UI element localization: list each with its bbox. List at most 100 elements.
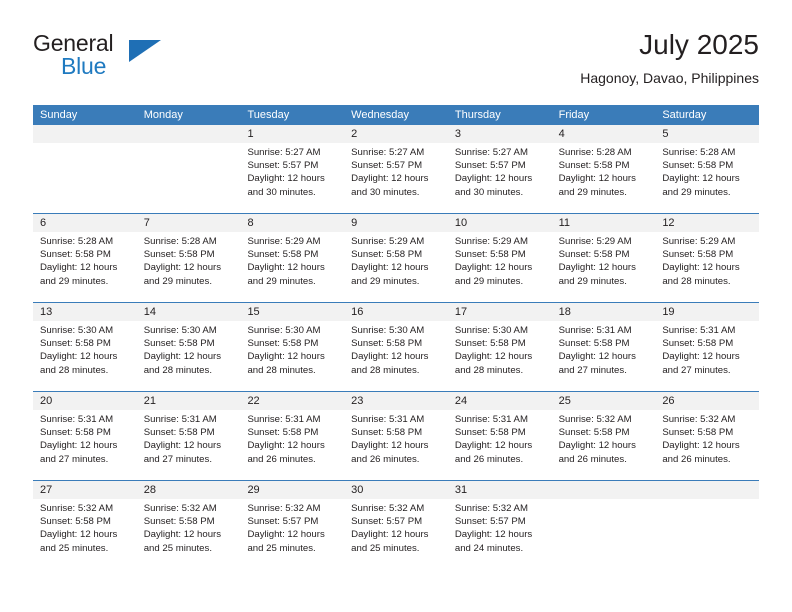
day-cell[interactable]: 11 Sunrise: 5:29 AM Sunset: 5:58 PM Dayligh… — [551, 214, 656, 302]
day-detail-line: and 28 minutes. — [351, 364, 420, 376]
day-detail-line: Daylight: 12 hours — [662, 262, 740, 274]
day-cell[interactable]: 13 Sunrise: 5:30 AM Sunset: 5:58 PM Dayligh… — [33, 303, 137, 391]
day-detail-line: and 27 minutes. — [40, 453, 109, 465]
day-detail-line: Daylight: 12 hours — [143, 262, 222, 274]
day-cell[interactable]: 15 Sunrise: 5:30 AM Sunset: 5:58 PM Dayligh… — [240, 303, 345, 391]
day-cell[interactable]: 25 Sunrise: 5:32 AM Sunset: 5:58 PM Dayligh… — [551, 392, 656, 480]
day-detail-line: Sunrise: 5:31 AM — [40, 414, 114, 425]
day-number: 29 — [240, 481, 345, 499]
day-details — [552, 499, 656, 502]
day-details — [137, 143, 241, 146]
day-detail-line: and 25 minutes. — [247, 542, 316, 554]
day-cell[interactable]: 6 Sunrise: 5:28 AM Sunset: 5:58 PM Daylight… — [33, 214, 137, 302]
day-number: 28 — [136, 481, 241, 499]
day-cell[interactable]: 1 Sunrise: 5:27 AM Sunset: 5:57 PM Daylight… — [240, 125, 345, 213]
day-detail-line: Sunset: 5:57 PM — [247, 516, 319, 528]
day-detail-line: Sunset: 5:58 PM — [143, 427, 215, 439]
day-detail-line: Sunset: 5:58 PM — [662, 160, 734, 172]
day-detail-line: Sunset: 5:58 PM — [351, 338, 423, 350]
day-detail-line: Sunrise: 5:30 AM — [143, 325, 217, 336]
day-detail-line: Sunrise: 5:29 AM — [662, 236, 736, 247]
day-detail-line: Daylight: 12 hours — [247, 262, 325, 274]
day-detail-line: Sunset: 5:58 PM — [558, 338, 630, 350]
day-cell[interactable]: 21 Sunrise: 5:31 AM Sunset: 5:58 PM Dayligh… — [136, 392, 241, 480]
day-cell[interactable]: 5 Sunrise: 5:28 AM Sunset: 5:58 PM Daylight… — [655, 125, 760, 213]
day-detail-line: Sunset: 5:58 PM — [40, 427, 111, 439]
day-cell[interactable]: 22 Sunrise: 5:31 AM Sunset: 5:58 PM Dayligh… — [240, 392, 345, 480]
day-detail-line: and 27 minutes. — [143, 453, 212, 465]
day-detail-line: and 30 minutes. — [247, 186, 316, 198]
day-cell[interactable]: 12 Sunrise: 5:29 AM Sunset: 5:58 PM Dayligh… — [655, 214, 760, 302]
day-detail-line: and 24 minutes. — [454, 542, 524, 554]
day-detail-line: and 29 minutes. — [143, 275, 212, 287]
day-cell[interactable]: 2 Sunrise: 5:27 AM Sunset: 5:57 PM Daylight… — [344, 125, 448, 213]
day-detail-line: Sunset: 5:58 PM — [662, 427, 734, 439]
day-details — [33, 143, 137, 146]
day-cell[interactable]: 26 Sunrise: 5:32 AM Sunset: 5:58 PM Dayligh… — [655, 392, 760, 480]
day-cell[interactable]: 31 Sunrise: 5:32 AM Sunset: 5:57 PM Dayligh… — [447, 481, 552, 569]
day-detail-line: and 29 minutes. — [662, 186, 731, 198]
day-cell[interactable]: 18 Sunrise: 5:31 AM Sunset: 5:58 PM Dayligh… — [551, 303, 656, 391]
day-cell[interactable]: 14 Sunrise: 5:30 AM Sunset: 5:58 PM Dayligh… — [136, 303, 241, 391]
day-detail-line: and 29 minutes. — [247, 275, 316, 287]
location-subtitle: Hagonoy, Davao, Philippines — [580, 70, 759, 86]
day-details: Sunrise: 5:32 AM Sunset: 5:58 PM Daylight:… — [137, 499, 241, 555]
day-detail-line: Sunset: 5:58 PM — [247, 338, 319, 350]
day-detail-line: and 27 minutes. — [662, 364, 731, 376]
day-detail-line: Daylight: 12 hours — [247, 440, 325, 452]
day-cell[interactable]: 3 Sunrise: 5:27 AM Sunset: 5:57 PM Daylight… — [447, 125, 552, 213]
day-cell[interactable]: 20 Sunrise: 5:31 AM Sunset: 5:58 PM Dayligh… — [33, 392, 137, 480]
day-cell[interactable]: 30 Sunrise: 5:32 AM Sunset: 5:57 PM Dayligh… — [344, 481, 448, 569]
day-cell[interactable]: 8 Sunrise: 5:29 AM Sunset: 5:58 PM Daylight… — [240, 214, 345, 302]
day-detail-line: and 29 minutes. — [351, 275, 420, 287]
day-detail-line: Sunrise: 5:29 AM — [558, 236, 632, 247]
day-cell[interactable]: 29 Sunrise: 5:32 AM Sunset: 5:57 PM Dayligh… — [240, 481, 345, 569]
day-detail-line: Daylight: 12 hours — [40, 529, 118, 541]
day-cell[interactable]: 16 Sunrise: 5:30 AM Sunset: 5:58 PM Dayligh… — [344, 303, 448, 391]
day-detail-line: Sunrise: 5:30 AM — [247, 325, 321, 336]
day-cell[interactable]: 9 Sunrise: 5:29 AM Sunset: 5:58 PM Daylight… — [344, 214, 448, 302]
day-number: 15 — [240, 303, 345, 321]
day-detail-line: Sunset: 5:57 PM — [351, 160, 423, 172]
day-number: 5 — [655, 125, 760, 143]
day-detail-line: Sunrise: 5:32 AM — [143, 503, 217, 514]
day-number: 22 — [240, 392, 345, 410]
day-details: Sunrise: 5:31 AM Sunset: 5:58 PM Daylight:… — [344, 410, 448, 466]
day-cell[interactable]: 24 Sunrise: 5:31 AM Sunset: 5:58 PM Dayligh… — [447, 392, 552, 480]
day-number: 17 — [447, 303, 552, 321]
day-detail-line: Daylight: 12 hours — [454, 173, 533, 185]
weekday-header-wednesday: Wednesday — [351, 109, 410, 121]
day-cell-empty — [136, 125, 241, 213]
day-details: Sunrise: 5:32 AM Sunset: 5:58 PM Daylight:… — [33, 499, 137, 555]
day-detail-line: Daylight: 12 hours — [662, 173, 740, 185]
day-details: Sunrise: 5:29 AM Sunset: 5:58 PM Daylight:… — [552, 232, 656, 288]
day-number: 31 — [447, 481, 552, 499]
day-cell[interactable]: 7 Sunrise: 5:28 AM Sunset: 5:58 PM Daylight… — [136, 214, 241, 302]
day-details: Sunrise: 5:32 AM Sunset: 5:57 PM Daylight:… — [448, 499, 552, 555]
day-cell[interactable]: 28 Sunrise: 5:32 AM Sunset: 5:58 PM Dayligh… — [136, 481, 241, 569]
day-detail-line: Daylight: 12 hours — [351, 351, 429, 363]
day-detail-line: and 29 minutes. — [454, 275, 524, 287]
day-number: 14 — [136, 303, 241, 321]
day-cell[interactable]: 19 Sunrise: 5:31 AM Sunset: 5:58 PM Dayligh… — [655, 303, 760, 391]
day-detail-line: Daylight: 12 hours — [558, 173, 636, 185]
calendar-week-row: 1 Sunrise: 5:27 AM Sunset: 5:57 PM Daylight… — [33, 125, 760, 214]
day-cell[interactable]: 17 Sunrise: 5:30 AM Sunset: 5:58 PM Dayligh… — [447, 303, 552, 391]
day-number: 20 — [33, 392, 137, 410]
day-detail-line: Daylight: 12 hours — [558, 262, 636, 274]
day-detail-line: and 29 minutes. — [558, 186, 627, 198]
day-cell[interactable]: 23 Sunrise: 5:31 AM Sunset: 5:58 PM Dayligh… — [344, 392, 448, 480]
day-detail-line: Daylight: 12 hours — [454, 529, 533, 541]
day-cell[interactable]: 4 Sunrise: 5:28 AM Sunset: 5:58 PM Daylight… — [551, 125, 656, 213]
day-number: 7 — [136, 214, 241, 232]
day-detail-line: Sunset: 5:58 PM — [143, 249, 215, 261]
day-cell[interactable]: 27 Sunrise: 5:32 AM Sunset: 5:58 PM Dayligh… — [33, 481, 137, 569]
day-detail-line: and 26 minutes. — [247, 453, 316, 465]
generalblue-logo[interactable]: General Blue — [33, 30, 233, 86]
day-detail-line: Daylight: 12 hours — [558, 351, 636, 363]
day-detail-line: and 25 minutes. — [40, 542, 109, 554]
day-detail-line: Daylight: 12 hours — [662, 440, 740, 452]
calendar-weeks: 1 Sunrise: 5:27 AM Sunset: 5:57 PM Daylight… — [33, 125, 760, 569]
day-details: Sunrise: 5:29 AM Sunset: 5:58 PM Daylight:… — [344, 232, 448, 288]
day-cell[interactable]: 10 Sunrise: 5:29 AM Sunset: 5:58 PM Dayligh… — [447, 214, 552, 302]
